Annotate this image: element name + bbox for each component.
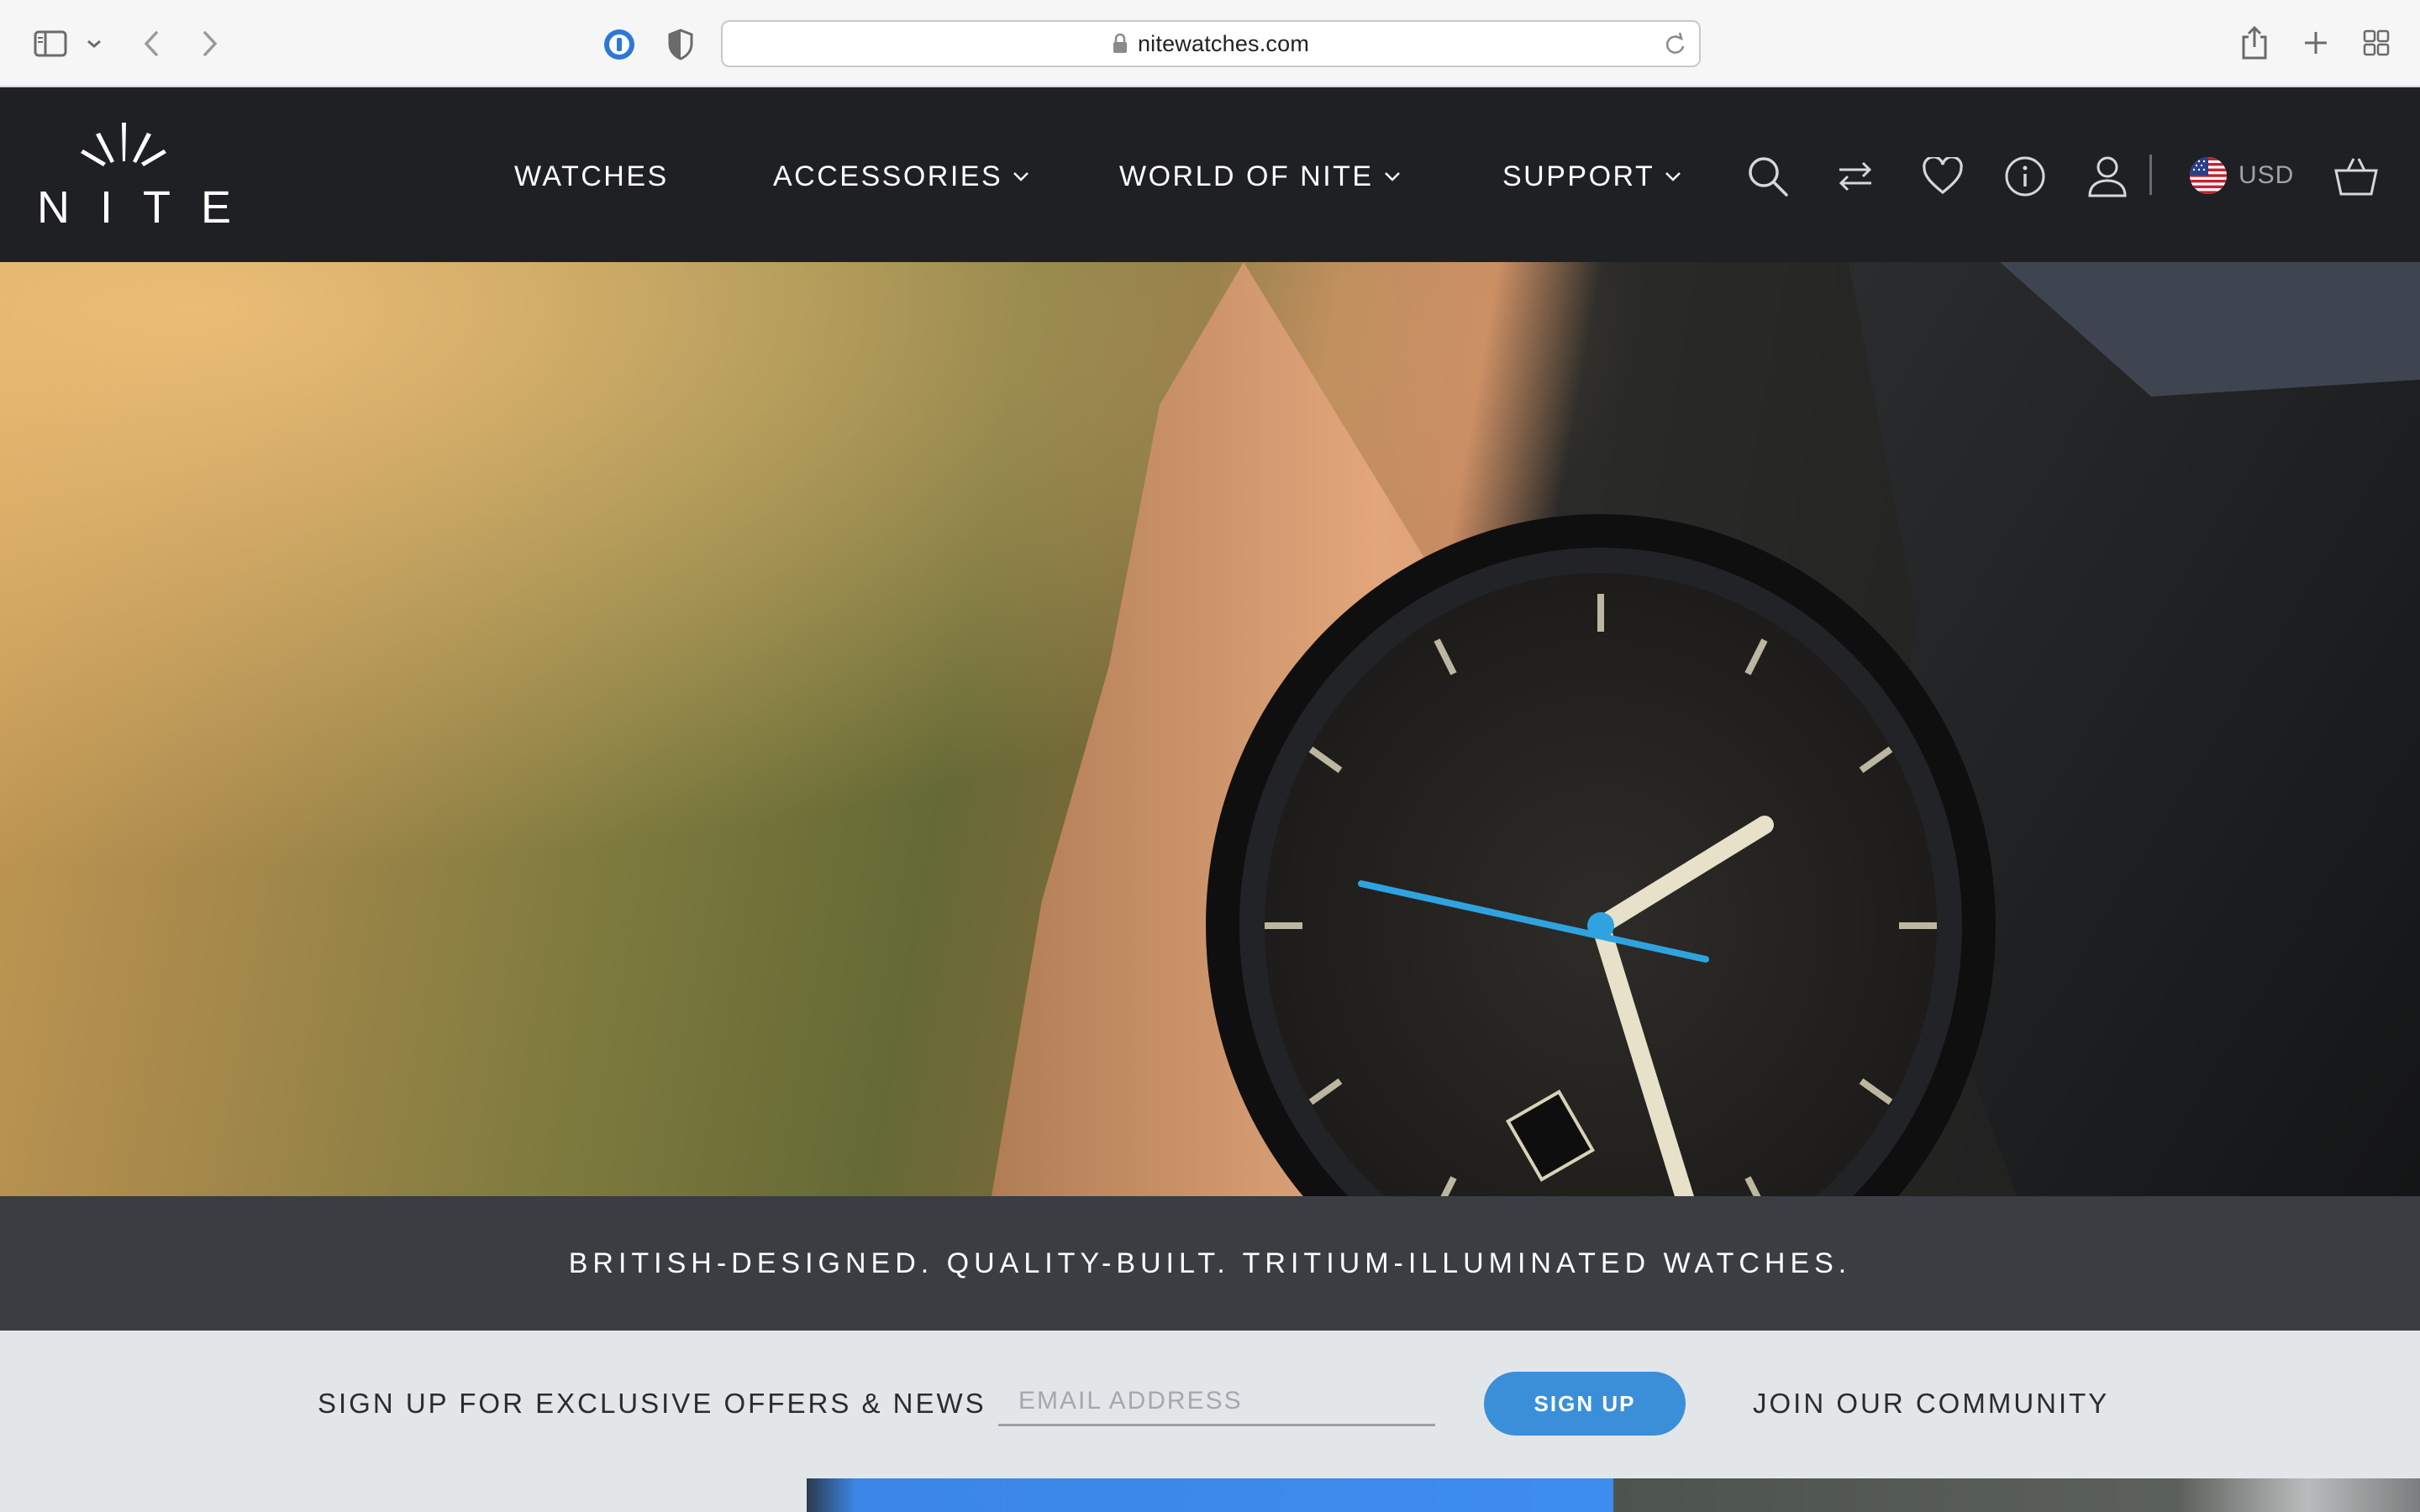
lock-icon — [1113, 34, 1128, 54]
wishlist-heart-icon[interactable] — [1918, 151, 1968, 202]
hero-image — [0, 262, 2420, 1196]
chevron-down-icon — [1384, 171, 1401, 181]
password-manager-icon[interactable] — [600, 25, 639, 64]
search-icon[interactable] — [1743, 151, 1793, 202]
chevron-down-icon[interactable] — [82, 32, 106, 55]
url-text: nitewatches.com — [1137, 30, 1310, 56]
reload-icon[interactable] — [1664, 32, 1687, 57]
logo-rays-icon — [81, 123, 166, 166]
tab-overview-icon[interactable] — [2360, 25, 2393, 60]
address-bar[interactable]: nitewatches.com — [721, 20, 1701, 67]
forward-icon[interactable] — [195, 25, 225, 62]
chevron-down-icon — [1013, 171, 1029, 181]
hero-watch-illustration — [0, 262, 2420, 1196]
signup-prompt: SIGN UP FOR EXCLUSIVE OFFERS & NEWS — [318, 1388, 986, 1419]
sidebar-icon[interactable] — [32, 27, 69, 60]
basket-icon[interactable] — [2331, 151, 2381, 202]
next-section-image-right — [1613, 1478, 2420, 1512]
logo-text: NITE — [37, 182, 262, 233]
chevron-down-icon — [1665, 171, 1681, 181]
new-tab-icon[interactable] — [2299, 25, 2333, 60]
nite-logo[interactable]: NITE — [37, 121, 262, 239]
join-community-link[interactable]: JOIN OUR COMMUNITY — [1753, 1388, 2109, 1420]
privacy-shield-icon[interactable] — [662, 25, 699, 64]
account-icon[interactable] — [2082, 151, 2133, 202]
back-icon[interactable] — [136, 25, 166, 62]
nav-world-of-nite[interactable]: WORLD OF NITE — [1119, 158, 1401, 195]
nav-support[interactable]: SUPPORT — [1502, 158, 1681, 195]
us-flag-icon — [2190, 157, 2227, 194]
nav-label: SUPPORT — [1502, 160, 1655, 192]
nav-accessories[interactable]: ACCESSORIES — [773, 158, 1029, 195]
browser-toolbar: nitewatches.com — [0, 0, 2420, 87]
info-icon[interactable] — [2000, 151, 2050, 202]
next-section-image-left — [807, 1478, 1613, 1512]
nav-label: WORLD OF NITE — [1119, 160, 1374, 192]
compare-icon[interactable] — [1830, 151, 1881, 202]
currency-selector[interactable]: USD — [2190, 155, 2294, 197]
share-icon[interactable] — [2237, 22, 2272, 64]
nav-label: ACCESSORIES — [773, 160, 1003, 192]
email-field[interactable] — [998, 1378, 1435, 1426]
tagline-band: BRITISH-DESIGNED. QUALITY-BUILT. TRITIUM… — [0, 1196, 2420, 1331]
tagline-text: BRITISH-DESIGNED. QUALITY-BUILT. TRITIUM… — [568, 1247, 1852, 1279]
nav-label: WATCHES — [514, 160, 669, 192]
currency-label: USD — [2238, 161, 2295, 189]
nav-watches[interactable]: WATCHES — [514, 158, 669, 195]
site-header: NITE WATCHES ACCESSORIES WORLD OF NITE S… — [0, 87, 2420, 262]
sign-up-button[interactable]: SIGN UP — [1484, 1372, 1686, 1436]
header-divider — [2149, 155, 2152, 195]
